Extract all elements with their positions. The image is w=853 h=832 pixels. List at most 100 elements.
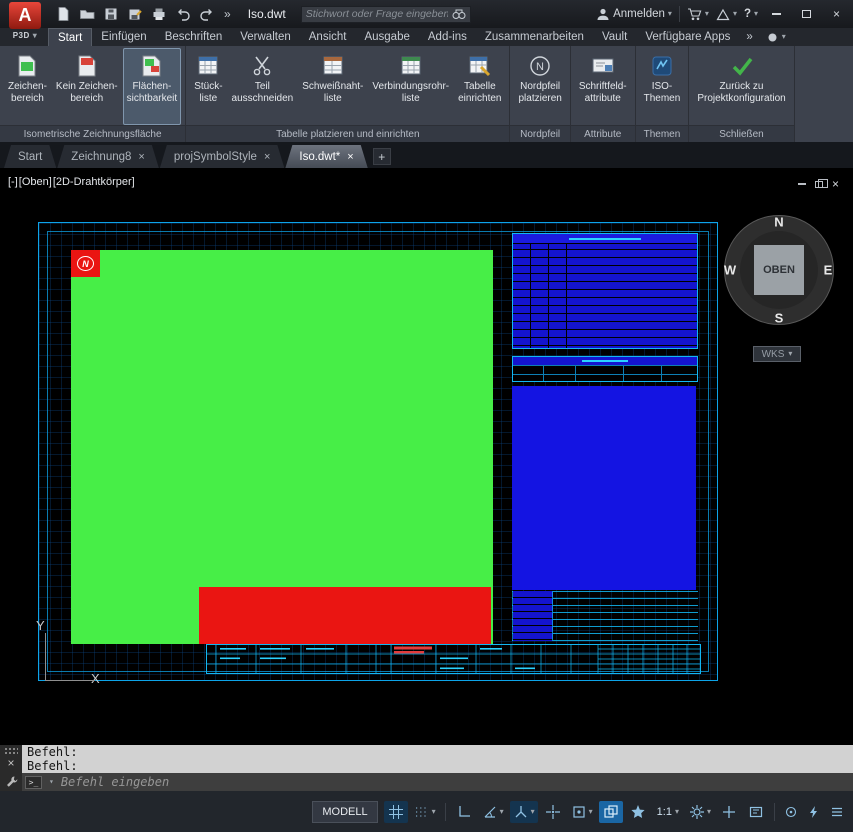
chevron-down-icon[interactable]: ▾ xyxy=(500,807,504,816)
clean-screen-button[interactable] xyxy=(744,801,768,823)
store-button[interactable]: ▾ xyxy=(687,7,709,21)
sign-in-control[interactable]: Anmelden ▾ xyxy=(596,7,672,21)
hamburger-menu-icon xyxy=(832,807,842,816)
ortho-mode-button[interactable] xyxy=(452,801,476,823)
triangle-logo-icon xyxy=(716,8,730,20)
no-draw-area-button[interactable]: Kein Zeichen- bereich xyxy=(52,48,122,125)
search-input[interactable] xyxy=(305,8,448,20)
viewport-view-control[interactable]: [Oben] xyxy=(19,176,52,188)
new-file-button[interactable] xyxy=(52,4,73,25)
button-label: Stück- liste xyxy=(194,81,223,104)
ribbon-tab-verwalten[interactable]: Verwalten xyxy=(231,28,300,46)
plot-button[interactable] xyxy=(148,4,169,25)
chevron-down-icon[interactable]: ▾ xyxy=(707,807,711,816)
ribbon-tab-start[interactable]: Start xyxy=(48,28,93,46)
document-minimize-icon[interactable] xyxy=(797,183,806,185)
open-folder-icon xyxy=(79,10,94,19)
redo-button[interactable] xyxy=(196,4,217,25)
close-icon[interactable]: × xyxy=(138,151,144,163)
application-menu-button[interactable]: A P3D ▾ xyxy=(3,2,47,45)
ribbon-tab-ausgabe[interactable]: Ausgabe xyxy=(355,28,418,46)
viewcube-top-face[interactable]: OBEN xyxy=(754,245,804,295)
object-snap-button[interactable]: ▾ xyxy=(568,801,596,823)
palette-grip-handle[interactable] xyxy=(4,747,18,754)
close-icon[interactable]: × xyxy=(347,151,353,163)
titleblock-attributes-button[interactable]: Schriftfeld- attribute xyxy=(575,48,631,125)
ribbon-tab-zusammenarbeiten[interactable]: Zusammenarbeiten xyxy=(476,28,593,46)
close-icon[interactable]: × xyxy=(264,151,270,163)
table-setup-button[interactable]: Tabelle einrichten xyxy=(454,48,505,125)
viewcube-east[interactable]: E xyxy=(824,263,833,278)
ribbon-tab-addins[interactable]: Add-ins xyxy=(419,28,476,46)
workspace-settings-button[interactable]: ▾ xyxy=(686,801,714,823)
document-close-icon[interactable]: × xyxy=(832,178,839,190)
polar-tracking-button[interactable]: ▾ xyxy=(479,801,507,823)
draw-area-button[interactable]: Zeichen- bereich xyxy=(4,48,51,125)
viewport-visual-style-control[interactable]: [2D-Drahtkörper] xyxy=(53,176,135,188)
file-tab-zeichnung8[interactable]: Zeichnung8 × xyxy=(57,145,159,168)
viewcube-west[interactable]: W xyxy=(724,263,736,278)
selection-cycling-button[interactable] xyxy=(598,800,623,823)
place-north-arrow-button[interactable]: N Nordpfeil platzieren xyxy=(514,48,565,125)
weld-list-icon xyxy=(323,56,343,75)
command-input-row[interactable]: >_ ▾ Befehl eingeben xyxy=(22,773,853,791)
open-file-button[interactable] xyxy=(76,4,97,25)
window-maximize-button[interactable] xyxy=(795,4,818,24)
cut-part-button[interactable]: Teil ausschneiden xyxy=(228,48,298,125)
snap-mode-button[interactable]: ▾ xyxy=(411,801,439,823)
save-button[interactable] xyxy=(100,4,121,25)
binoculars-search-icon[interactable] xyxy=(452,8,466,20)
save-as-button[interactable] xyxy=(124,4,145,25)
viewcube-south[interactable]: S xyxy=(775,311,784,326)
model-space-button[interactable]: MODELL xyxy=(312,800,378,823)
weld-list-button[interactable]: Schweißnaht- liste xyxy=(298,48,367,125)
back-to-project-config-button[interactable]: Zurück zu Projektkonfiguration xyxy=(693,48,789,125)
spool-list-button[interactable]: Verbindungsrohr- liste xyxy=(368,48,453,125)
drawing-canvas[interactable]: [-] [Oben] [2D-Drahtkörper] × N Y X N W … xyxy=(0,168,853,745)
chevron-down-icon[interactable]: ▾ xyxy=(531,807,535,816)
quick-access-more-button[interactable]: » xyxy=(220,7,235,21)
area-visibility-button[interactable]: Flächen- sichtbarkeit xyxy=(122,48,182,125)
graphics-performance-button[interactable] xyxy=(804,802,824,822)
viewcube-north[interactable]: N xyxy=(774,215,783,230)
ribbon-tab-vault[interactable]: Vault xyxy=(593,28,636,46)
window-minimize-button[interactable] xyxy=(765,4,788,24)
selection-cycling-icon xyxy=(604,804,618,818)
isometric-drafting-button[interactable]: ▾ xyxy=(509,800,538,823)
iso-themes-button[interactable]: ISO- Themen xyxy=(640,48,685,125)
viewport-menu-control[interactable]: [-] xyxy=(8,176,18,188)
undo-button[interactable] xyxy=(172,4,193,25)
isolate-objects-button[interactable] xyxy=(781,802,801,822)
ribbon-tabs-overflow-button[interactable]: » xyxy=(739,28,759,46)
panel-close: Zurück zu Projektkonfiguration Schließen xyxy=(689,46,795,142)
annotation-add-button[interactable] xyxy=(717,801,741,823)
viewcube[interactable]: N W E S OBEN xyxy=(720,211,838,329)
customize-wrench-icon[interactable] xyxy=(5,775,18,788)
palette-close-icon[interactable]: × xyxy=(7,757,14,769)
ribbon-tab-einfuegen[interactable]: Einfügen xyxy=(92,28,155,46)
command-history[interactable]: Befehl: Befehl: xyxy=(22,745,853,773)
bom-list-button[interactable]: Stück- liste xyxy=(190,48,226,125)
ribbon-tab-beschriften[interactable]: Beschriften xyxy=(156,28,232,46)
osnap-tracking-button[interactable] xyxy=(541,801,565,823)
annotation-visibility-button[interactable] xyxy=(626,801,650,823)
file-tab-projsymbolstyle[interactable]: projSymbolStyle × xyxy=(160,145,285,168)
customization-button[interactable] xyxy=(827,802,847,822)
ribbon-tab-ansicht[interactable]: Ansicht xyxy=(300,28,356,46)
document-restore-icon[interactable] xyxy=(814,178,828,188)
ribbon-tab-verfuegbare-apps[interactable]: Verfügbare Apps xyxy=(636,28,739,46)
ribbon-display-toggle[interactable]: ▾ xyxy=(760,28,793,46)
new-tab-button[interactable]: + xyxy=(372,148,391,165)
chevron-down-icon[interactable]: ▾ xyxy=(589,807,593,816)
wcs-button[interactable]: WKS ▾ xyxy=(753,346,801,362)
help-button[interactable]: ? ▾ xyxy=(744,8,758,20)
window-close-button[interactable]: × xyxy=(825,4,848,24)
autodesk-apps-button[interactable]: ▾ xyxy=(716,8,737,21)
chevron-down-icon[interactable]: ▾ xyxy=(49,778,54,786)
command-prompt-icon[interactable]: >_ xyxy=(25,775,42,789)
file-tab-iso-dwt[interactable]: Iso.dwt* × xyxy=(285,145,367,168)
chevron-down-icon[interactable]: ▾ xyxy=(432,807,436,816)
grid-display-button[interactable] xyxy=(383,800,408,823)
annotation-scale-control[interactable]: 1:1 ▾ xyxy=(653,806,683,818)
file-tab-start[interactable]: Start xyxy=(4,145,56,168)
